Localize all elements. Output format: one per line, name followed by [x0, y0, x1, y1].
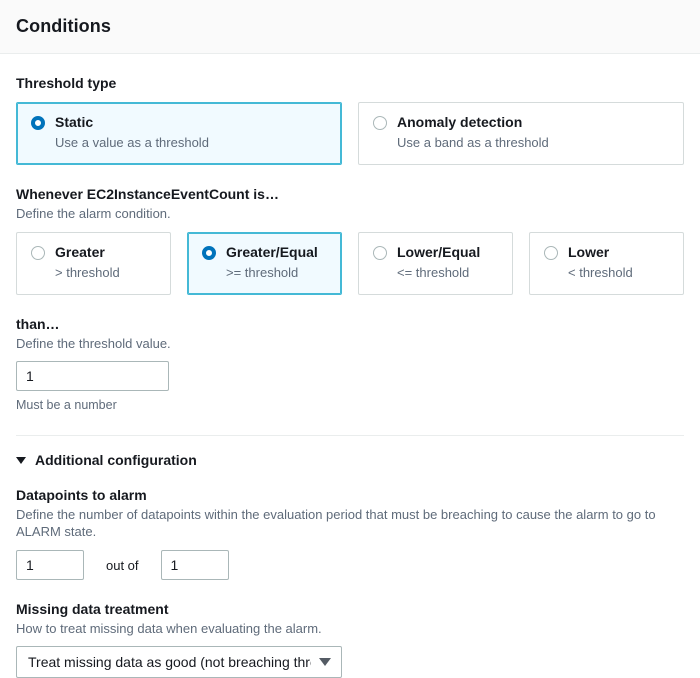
datapoints-to-alarm-label: Datapoints to alarm	[16, 487, 147, 503]
radio-icon-lower[interactable]	[544, 246, 558, 260]
alarm-condition-option-greater[interactable]: Greater > threshold	[16, 232, 171, 295]
threshold-type-option-static-subtitle: Use a value as a threshold	[55, 135, 209, 150]
datapoints-to-alarm-inputs: out of	[16, 550, 684, 580]
threshold-value-section: than… Define the threshold value. Must b…	[16, 315, 684, 413]
threshold-type-option-static-title: Static	[55, 114, 94, 130]
datapoints-evaluation-periods-input[interactable]	[160, 550, 229, 580]
radio-icon-greater[interactable]	[31, 246, 45, 260]
threshold-value-input[interactable]	[16, 361, 169, 391]
alarm-condition-option-greater-equal[interactable]: Greater/Equal >= threshold	[187, 232, 342, 295]
threshold-type-label: Threshold type	[16, 75, 117, 91]
alarm-condition-label: Whenever EC2InstanceEventCount is…	[16, 186, 279, 202]
alarm-condition-option-greater-equal-subtitle: >= threshold	[226, 265, 299, 280]
threshold-value-description: Define the threshold value.	[16, 336, 171, 351]
alarm-condition-option-greater-title: Greater	[55, 244, 105, 260]
threshold-type-option-anomaly-detection-title: Anomaly detection	[397, 114, 523, 130]
alarm-condition-option-lower-equal-subtitle: <= threshold	[397, 265, 470, 280]
chevron-down-icon	[319, 658, 331, 666]
threshold-type-option-anomaly-detection-subtitle: Use a band as a threshold	[397, 135, 549, 150]
alarm-condition-option-lower-equal[interactable]: Lower/Equal <= threshold	[358, 232, 513, 295]
alarm-condition-option-lower-subtitle: < threshold	[568, 265, 633, 280]
section-divider	[16, 435, 684, 436]
additional-configuration-label: Additional configuration	[35, 452, 197, 468]
threshold-type-option-anomaly-detection[interactable]: Anomaly detection Use a band as a thresh…	[358, 102, 684, 165]
datapoints-breaching-input[interactable]	[16, 550, 84, 580]
chevron-down-icon	[16, 456, 26, 464]
datapoints-to-alarm-section: Datapoints to alarm Define the number of…	[16, 486, 684, 580]
alarm-condition-option-lower-equal-title: Lower/Equal	[397, 244, 481, 260]
missing-data-treatment-select[interactable]: Treat missing data as good (not breachin…	[16, 646, 342, 678]
alarm-condition-option-lower-title: Lower	[568, 244, 610, 260]
conditions-panel-body: Threshold type Static Use a value as a t…	[0, 74, 700, 678]
threshold-type-option-static[interactable]: Static Use a value as a threshold	[16, 102, 342, 165]
alarm-condition-description: Define the alarm condition.	[16, 206, 171, 221]
alarm-condition-options: Greater > threshold Greater/Equal >= thr…	[16, 232, 684, 295]
alarm-condition-option-greater-subtitle: > threshold	[55, 265, 120, 280]
conditions-panel-header: Conditions	[0, 0, 700, 54]
threshold-type-section: Threshold type Static Use a value as a t…	[16, 74, 684, 165]
radio-icon-static[interactable]	[31, 116, 45, 130]
missing-data-treatment-section: Missing data treatment How to treat miss…	[16, 600, 684, 678]
page-title: Conditions	[16, 16, 111, 36]
threshold-type-options: Static Use a value as a threshold Anomal…	[16, 102, 684, 165]
radio-icon-anomaly-detection[interactable]	[373, 116, 387, 130]
datapoints-out-of-label: out of	[106, 557, 139, 573]
additional-configuration-toggle[interactable]: Additional configuration	[16, 452, 684, 468]
radio-icon-greater-equal[interactable]	[202, 246, 216, 260]
alarm-condition-option-greater-equal-title: Greater/Equal	[226, 244, 318, 260]
radio-icon-lower-equal[interactable]	[373, 246, 387, 260]
threshold-value-label: than…	[16, 316, 60, 332]
missing-data-treatment-label: Missing data treatment	[16, 601, 169, 617]
threshold-value-hint: Must be a number	[16, 398, 117, 412]
datapoints-to-alarm-description: Define the number of datapoints within t…	[16, 507, 656, 539]
alarm-condition-section: Whenever EC2InstanceEventCount is… Defin…	[16, 185, 684, 295]
missing-data-treatment-selected-value: Treat missing data as good (not breachin…	[28, 654, 311, 670]
alarm-condition-option-lower[interactable]: Lower < threshold	[529, 232, 684, 295]
missing-data-treatment-description: How to treat missing data when evaluatin…	[16, 621, 322, 636]
